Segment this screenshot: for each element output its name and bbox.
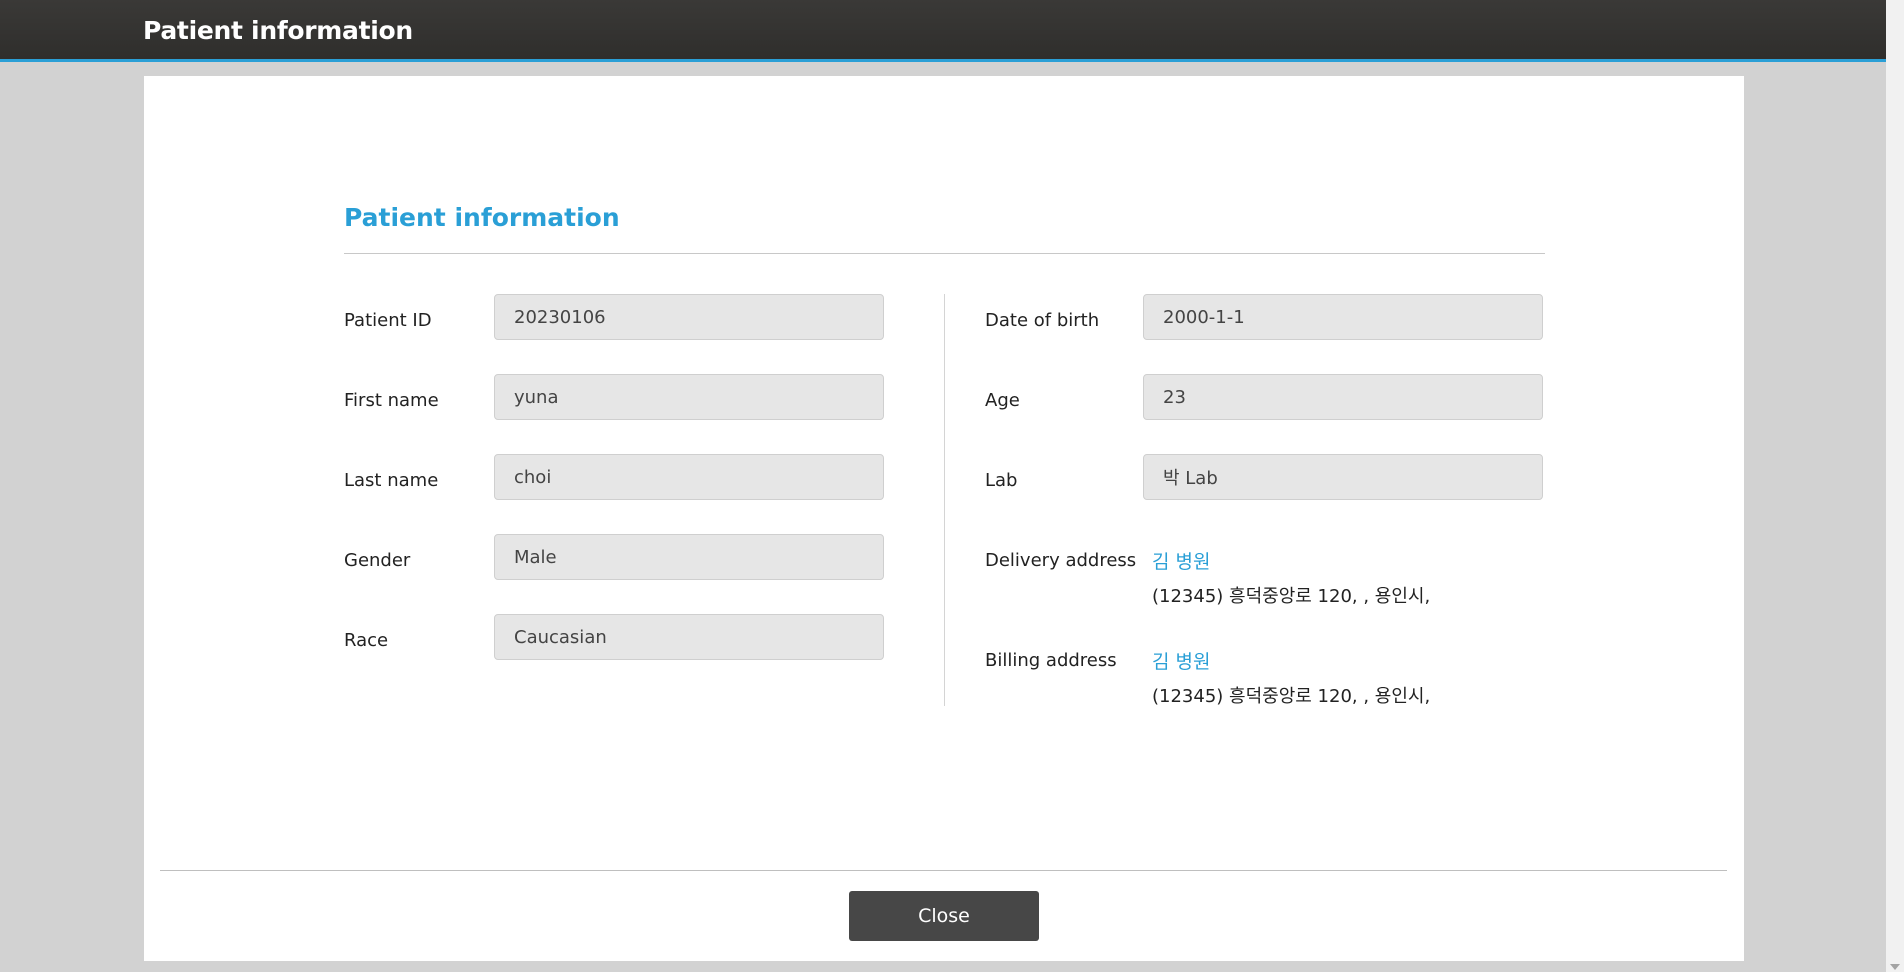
date-of-birth-label: Date of birth [985, 310, 1100, 331]
billing-address-line: (12345) 흥덕중앙로 120, , 용인시, [1152, 686, 1431, 707]
scroll-down-arrow-icon[interactable] [1890, 964, 1900, 970]
patient-info-dialog: Patient information Patient ID First nam… [144, 76, 1744, 961]
age-field[interactable] [1143, 374, 1543, 420]
billing-address-label: Billing address [985, 650, 1117, 671]
first-name-label: First name [344, 390, 439, 411]
age-label: Age [985, 390, 1020, 411]
delivery-address-name: 김 병원 [1152, 551, 1211, 573]
delivery-address-label: Delivery address [985, 550, 1137, 571]
patient-id-label: Patient ID [344, 310, 432, 331]
footer-divider [160, 870, 1727, 871]
lab-label: Lab [985, 470, 1018, 491]
vertical-scrollbar[interactable] [1886, 0, 1904, 972]
close-button[interactable]: Close [849, 891, 1039, 941]
window-title: Patient information [143, 16, 413, 45]
billing-address-name: 김 병원 [1152, 651, 1211, 673]
race-field[interactable] [494, 614, 884, 660]
last-name-label: Last name [344, 470, 439, 491]
column-divider [944, 294, 945, 706]
section-title: Patient information [344, 203, 620, 232]
last-name-field[interactable] [494, 454, 884, 500]
race-label: Race [344, 630, 389, 651]
patient-id-field[interactable] [494, 294, 884, 340]
first-name-field[interactable] [494, 374, 884, 420]
section-divider [344, 253, 1545, 254]
lab-field[interactable] [1143, 454, 1543, 500]
gender-label: Gender [344, 550, 411, 571]
delivery-address-line: (12345) 흥덕중앙로 120, , 용인시, [1152, 586, 1431, 607]
date-of-birth-field[interactable] [1143, 294, 1543, 340]
window-titlebar: Patient information [0, 0, 1886, 62]
gender-field[interactable] [494, 534, 884, 580]
